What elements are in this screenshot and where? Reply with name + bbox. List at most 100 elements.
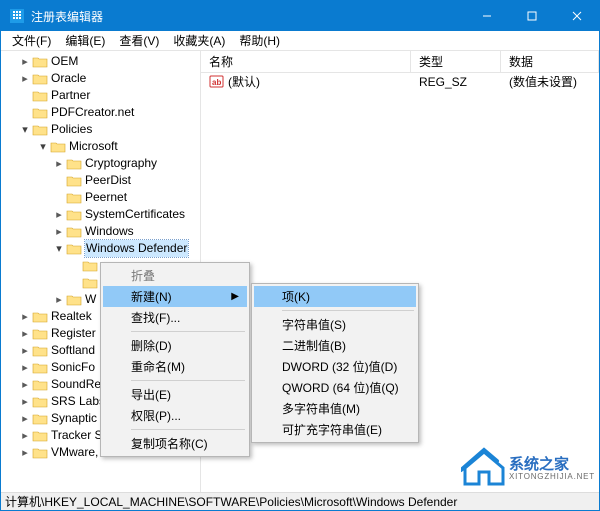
collapse-icon[interactable]: ▾ bbox=[19, 124, 31, 136]
tree-item-peerdist[interactable]: PeerDist bbox=[1, 172, 200, 189]
ctx-new-key[interactable]: 项(K) bbox=[254, 286, 416, 307]
separator bbox=[282, 310, 414, 311]
minimize-button[interactable] bbox=[464, 1, 509, 31]
tree-item-oracle[interactable]: ▸Oracle bbox=[1, 70, 200, 87]
ctx-new-label: 新建(N) bbox=[131, 288, 172, 305]
expand-icon[interactable]: ▸ bbox=[53, 226, 65, 238]
menubar: 文件(F) 编辑(E) 查看(V) 收藏夹(A) 帮助(H) bbox=[1, 31, 599, 51]
ctx-new-dword[interactable]: DWORD (32 位)值(D) bbox=[254, 356, 416, 377]
value-row-default[interactable]: ab (默认) REG_SZ (数值未设置) bbox=[201, 73, 599, 90]
tree-item-cryptography[interactable]: ▸Cryptography bbox=[1, 155, 200, 172]
menu-view[interactable]: 查看(V) bbox=[112, 31, 166, 51]
separator bbox=[131, 429, 245, 430]
tree-item-oem[interactable]: ▸OEM bbox=[1, 53, 200, 70]
expand-icon[interactable]: ▸ bbox=[53, 158, 65, 170]
folder-icon bbox=[32, 55, 48, 69]
ctx-permissions[interactable]: 权限(P)... bbox=[103, 405, 247, 426]
folder-icon bbox=[82, 276, 98, 290]
expand-icon[interactable]: ▸ bbox=[19, 379, 31, 391]
tree-item-systemcertificates[interactable]: ▸SystemCertificates bbox=[1, 206, 200, 223]
menu-help[interactable]: 帮助(H) bbox=[232, 31, 287, 51]
folder-icon bbox=[66, 225, 82, 239]
close-button[interactable] bbox=[554, 1, 599, 31]
tree-item-policies[interactable]: ▾Policies bbox=[1, 121, 200, 138]
ctx-find[interactable]: 查找(F)... bbox=[103, 307, 247, 328]
folder-icon bbox=[32, 106, 48, 120]
expand-icon[interactable]: ▸ bbox=[19, 396, 31, 408]
submenu-arrow-icon: ▶ bbox=[231, 291, 239, 302]
folder-icon bbox=[66, 293, 82, 307]
folder-icon bbox=[32, 344, 48, 358]
folder-icon bbox=[66, 174, 82, 188]
menu-edit[interactable]: 编辑(E) bbox=[58, 31, 112, 51]
ctx-new-binary[interactable]: 二进制值(B) bbox=[254, 335, 416, 356]
folder-icon bbox=[66, 191, 82, 205]
ctx-delete[interactable]: 删除(D) bbox=[103, 335, 247, 356]
blank-icon bbox=[69, 260, 81, 272]
ctx-new-qword[interactable]: QWORD (64 位)值(Q) bbox=[254, 377, 416, 398]
column-header-data[interactable]: 数据 bbox=[501, 51, 599, 72]
column-header-name[interactable]: 名称 bbox=[201, 51, 411, 72]
separator bbox=[131, 331, 245, 332]
blank-icon bbox=[19, 107, 31, 119]
maximize-button[interactable] bbox=[509, 1, 554, 31]
expand-icon[interactable]: ▸ bbox=[19, 430, 31, 442]
collapse-icon[interactable]: ▾ bbox=[37, 141, 49, 153]
column-header-type[interactable]: 类型 bbox=[411, 51, 501, 72]
expand-icon[interactable]: ▸ bbox=[19, 362, 31, 374]
expand-icon[interactable]: ▸ bbox=[19, 447, 31, 459]
statusbar: 计算机\HKEY_LOCAL_MACHINE\SOFTWARE\Policies… bbox=[1, 492, 599, 510]
expand-icon[interactable]: ▸ bbox=[53, 294, 65, 306]
context-menu-tree: 折叠 新建(N) ▶ 查找(F)... 删除(D) 重命名(M) 导出(E) 权限… bbox=[100, 262, 250, 457]
titlebar: 注册表编辑器 bbox=[1, 1, 599, 31]
ctx-copy-key-name[interactable]: 复制项名称(C) bbox=[103, 433, 247, 454]
ctx-new-string[interactable]: 字符串值(S) bbox=[254, 314, 416, 335]
folder-icon bbox=[32, 446, 48, 460]
folder-icon bbox=[32, 395, 48, 409]
folder-icon bbox=[82, 259, 98, 273]
folder-icon bbox=[32, 310, 48, 324]
value-data: (数值未设置) bbox=[501, 73, 599, 90]
blank-icon bbox=[53, 175, 65, 187]
separator bbox=[131, 380, 245, 381]
tree-item-peernet[interactable]: Peernet bbox=[1, 189, 200, 206]
ctx-export[interactable]: 导出(E) bbox=[103, 384, 247, 405]
blank-icon bbox=[19, 90, 31, 102]
value-type: REG_SZ bbox=[411, 75, 501, 89]
ctx-collapse[interactable]: 折叠 bbox=[103, 265, 247, 286]
folder-icon bbox=[32, 378, 48, 392]
tree-item-microsoft[interactable]: ▾Microsoft bbox=[1, 138, 200, 155]
context-menu-new: 项(K) 字符串值(S) 二进制值(B) DWORD (32 位)值(D) QW… bbox=[251, 283, 419, 443]
folder-icon bbox=[32, 327, 48, 341]
expand-icon[interactable]: ▸ bbox=[19, 311, 31, 323]
folder-icon bbox=[32, 123, 48, 137]
blank-icon bbox=[53, 192, 65, 204]
tree-item-partner[interactable]: Partner bbox=[1, 87, 200, 104]
folder-icon bbox=[50, 140, 66, 154]
folder-icon bbox=[66, 208, 82, 222]
expand-icon[interactable]: ▸ bbox=[19, 413, 31, 425]
menu-favorites[interactable]: 收藏夹(A) bbox=[166, 31, 232, 51]
statusbar-path: 计算机\HKEY_LOCAL_MACHINE\SOFTWARE\Policies… bbox=[5, 493, 457, 510]
tree-item-windows[interactable]: ▸Windows bbox=[1, 223, 200, 240]
window-title: 注册表编辑器 bbox=[31, 8, 464, 25]
ctx-new-expandstring[interactable]: 可扩充字符串值(E) bbox=[254, 419, 416, 440]
column-headers: 名称 类型 数据 bbox=[201, 51, 599, 73]
ctx-new-multistring[interactable]: 多字符串值(M) bbox=[254, 398, 416, 419]
expand-icon[interactable]: ▸ bbox=[19, 345, 31, 357]
folder-icon bbox=[66, 157, 82, 171]
ctx-new[interactable]: 新建(N) ▶ bbox=[103, 286, 247, 307]
string-value-icon: ab bbox=[209, 74, 224, 89]
tree-item-windows-defender[interactable]: ▾Windows Defender bbox=[1, 240, 200, 257]
value-name-text: (默认) bbox=[228, 73, 260, 90]
tree-item-pdfcreator[interactable]: PDFCreator.net bbox=[1, 104, 200, 121]
collapse-icon[interactable]: ▾ bbox=[53, 243, 65, 255]
expand-icon[interactable]: ▸ bbox=[19, 328, 31, 340]
expand-icon[interactable]: ▸ bbox=[19, 56, 31, 68]
ctx-rename[interactable]: 重命名(M) bbox=[103, 356, 247, 377]
menu-file[interactable]: 文件(F) bbox=[5, 31, 58, 51]
expand-icon[interactable]: ▸ bbox=[53, 209, 65, 221]
folder-icon bbox=[32, 89, 48, 103]
value-name: ab (默认) bbox=[201, 73, 411, 90]
expand-icon[interactable]: ▸ bbox=[19, 73, 31, 85]
